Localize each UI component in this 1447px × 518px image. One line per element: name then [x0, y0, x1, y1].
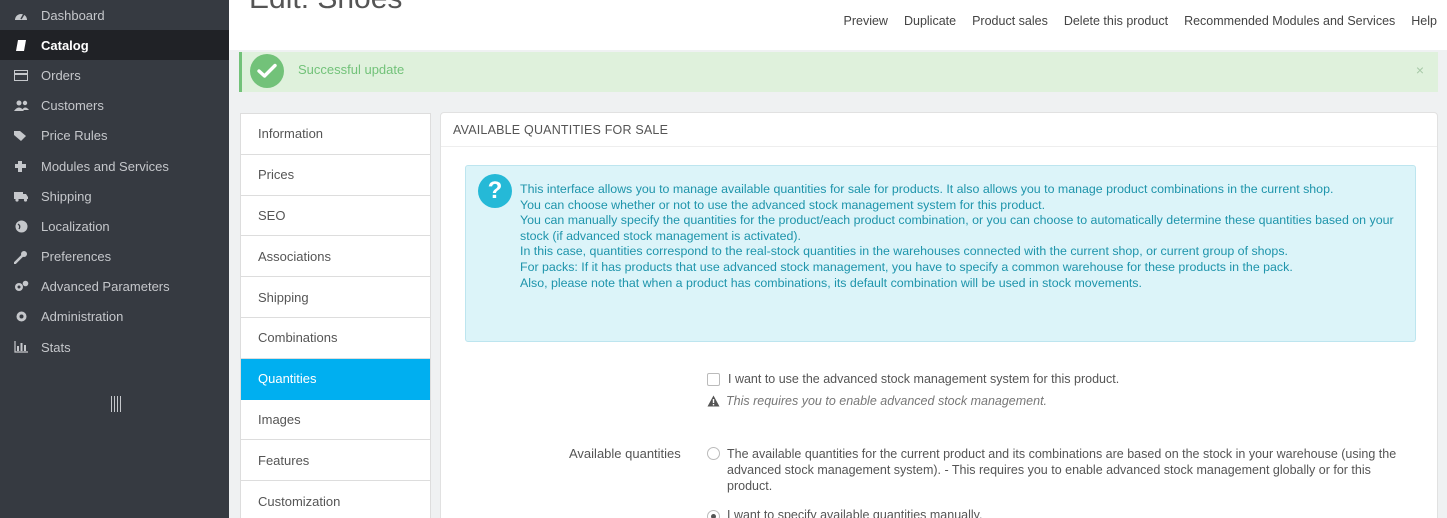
puzzle-icon: [12, 159, 30, 173]
toolbar-product-sales-link[interactable]: Product sales: [972, 14, 1048, 28]
product-tabs: Information Prices SEO Associations Shipping…: [240, 113, 431, 518]
radio-manual-quantities[interactable]: [707, 510, 720, 518]
sidebar-item-localization[interactable]: Localization: [0, 211, 229, 241]
info-line: You can manually specify the quantities …: [520, 213, 1394, 243]
wrench-icon: [12, 250, 30, 264]
sidebar-nav: Dashboard Catalog Orders Customers Price Rul…: [0, 0, 229, 362]
sidebar-item-label: Customers: [41, 98, 104, 114]
sidebar: Dashboard Catalog Orders Customers Price Rul…: [0, 0, 229, 518]
credit-card-icon: [12, 68, 30, 82]
page-header: Edit: Shoes Preview Duplicate Product sale…: [229, 0, 1447, 50]
cog-icon: [12, 310, 30, 324]
sidebar-item-label: Advanced Parameters: [41, 279, 170, 295]
success-alert: Successful update ×: [239, 52, 1438, 92]
toolbar-duplicate-link[interactable]: Duplicate: [904, 14, 956, 28]
sidebar-item-stats[interactable]: Stats: [0, 332, 229, 362]
info-line: This interface allows you to manage avai…: [520, 182, 1334, 196]
advanced-stock-help-text: This requires you to enable advanced sto…: [726, 394, 1048, 408]
advanced-stock-help: This requires you to enable advanced sto…: [707, 394, 1047, 408]
sidebar-item-label: Stats: [41, 339, 71, 355]
info-line: For packs: If it has products that use a…: [520, 259, 1293, 274]
sidebar-item-customers[interactable]: Customers: [0, 91, 229, 121]
toolbar-delete-this-product-link[interactable]: Delete this product: [1064, 14, 1168, 28]
question-circle-icon: ?: [478, 174, 512, 208]
sidebar-item-label: Shipping: [41, 188, 92, 204]
sidebar-item-preferences[interactable]: Preferences: [0, 242, 229, 272]
cogs-icon: [12, 280, 30, 294]
alert-message: Successful update: [298, 62, 405, 77]
truck-icon: [12, 189, 30, 203]
tab-information[interactable]: Information: [241, 114, 430, 155]
info-line: You can choose whether or not to use the…: [520, 197, 1046, 212]
tags-icon: [12, 129, 30, 143]
tab-prices[interactable]: Prices: [241, 155, 430, 196]
toolbar-help-link[interactable]: Help: [1411, 14, 1437, 28]
sidebar-item-shipping[interactable]: Shipping: [0, 181, 229, 211]
info-line: Also, please note that when a product ha…: [520, 275, 1142, 290]
sidebar-item-label: Orders: [41, 67, 81, 83]
sidebar-item-price-rules[interactable]: Price Rules: [0, 121, 229, 151]
sidebar-item-label: Modules and Services: [41, 158, 169, 174]
sidebar-item-label: Preferences: [41, 249, 112, 265]
globe-icon: [12, 219, 30, 233]
radio-asm-quantities[interactable]: [707, 447, 720, 460]
tab-quantities[interactable]: Quantities: [241, 358, 430, 400]
tab-features[interactable]: Features: [241, 440, 430, 482]
tab-associations[interactable]: Associations: [241, 236, 430, 278]
info-box: ? This interface allows you to manage av…: [465, 165, 1416, 342]
radio-manual-label[interactable]: I want to specify available quantities m…: [727, 508, 982, 518]
sidebar-item-label: Catalog: [41, 37, 89, 53]
tab-seo[interactable]: SEO: [241, 196, 430, 237]
check-circle-icon: [250, 54, 284, 88]
advanced-stock-option: I want to use the advanced stock managem…: [707, 372, 1119, 386]
sidebar-item-catalog[interactable]: Catalog: [0, 30, 229, 61]
dashboard-icon: [12, 8, 30, 22]
bar-chart-icon: [12, 340, 30, 354]
available-quantities-label: Available quantities: [569, 446, 681, 461]
sidebar-item-dashboard[interactable]: Dashboard: [0, 0, 229, 30]
tab-images[interactable]: Images: [241, 400, 430, 441]
toolbar: Preview Duplicate Product sales Delete this…: [844, 14, 1438, 28]
toolbar-recommended-modules-and-services-link[interactable]: Recommended Modules and Services: [1184, 14, 1395, 28]
panel-heading: AVAILABLE QUANTITIES FOR SALE: [441, 113, 1437, 147]
sidebar-item-label: Price Rules: [41, 128, 108, 144]
radio-asm-label[interactable]: The available quantities for the current…: [727, 446, 1413, 494]
sidebar-item-label: Dashboard: [41, 7, 105, 23]
advanced-stock-checkbox[interactable]: [707, 372, 720, 386]
toolbar-preview-link[interactable]: Preview: [844, 14, 888, 28]
info-line: In this case, quantities correspond to t…: [520, 244, 1288, 259]
page-title: Edit: Shoes: [249, 0, 402, 16]
advanced-stock-label[interactable]: I want to use the advanced stock managem…: [728, 372, 1119, 386]
sidebar-item-label: Administration: [41, 309, 124, 325]
sidebar-item-advanced-parameters[interactable]: Advanced Parameters: [0, 272, 229, 302]
close-icon[interactable]: ×: [1416, 62, 1424, 78]
sidebar-item-orders[interactable]: Orders: [0, 60, 229, 90]
tab-customization[interactable]: Customization: [241, 481, 430, 518]
info-text: This interface allows you to manage avai…: [520, 182, 1400, 291]
collapse-sidebar-handle[interactable]: [111, 396, 121, 412]
warning-icon: [707, 395, 720, 407]
quantities-panel: AVAILABLE QUANTITIES FOR SALE ? This int…: [440, 112, 1438, 518]
sidebar-item-modules-and-services[interactable]: Modules and Services: [0, 151, 229, 181]
sidebar-item-administration[interactable]: Administration: [0, 302, 229, 332]
book-icon: [12, 38, 30, 52]
tab-shipping[interactable]: Shipping: [241, 277, 430, 318]
users-icon: [12, 99, 30, 113]
tab-combinations[interactable]: Combinations: [241, 318, 430, 359]
sidebar-item-label: Localization: [41, 218, 110, 234]
